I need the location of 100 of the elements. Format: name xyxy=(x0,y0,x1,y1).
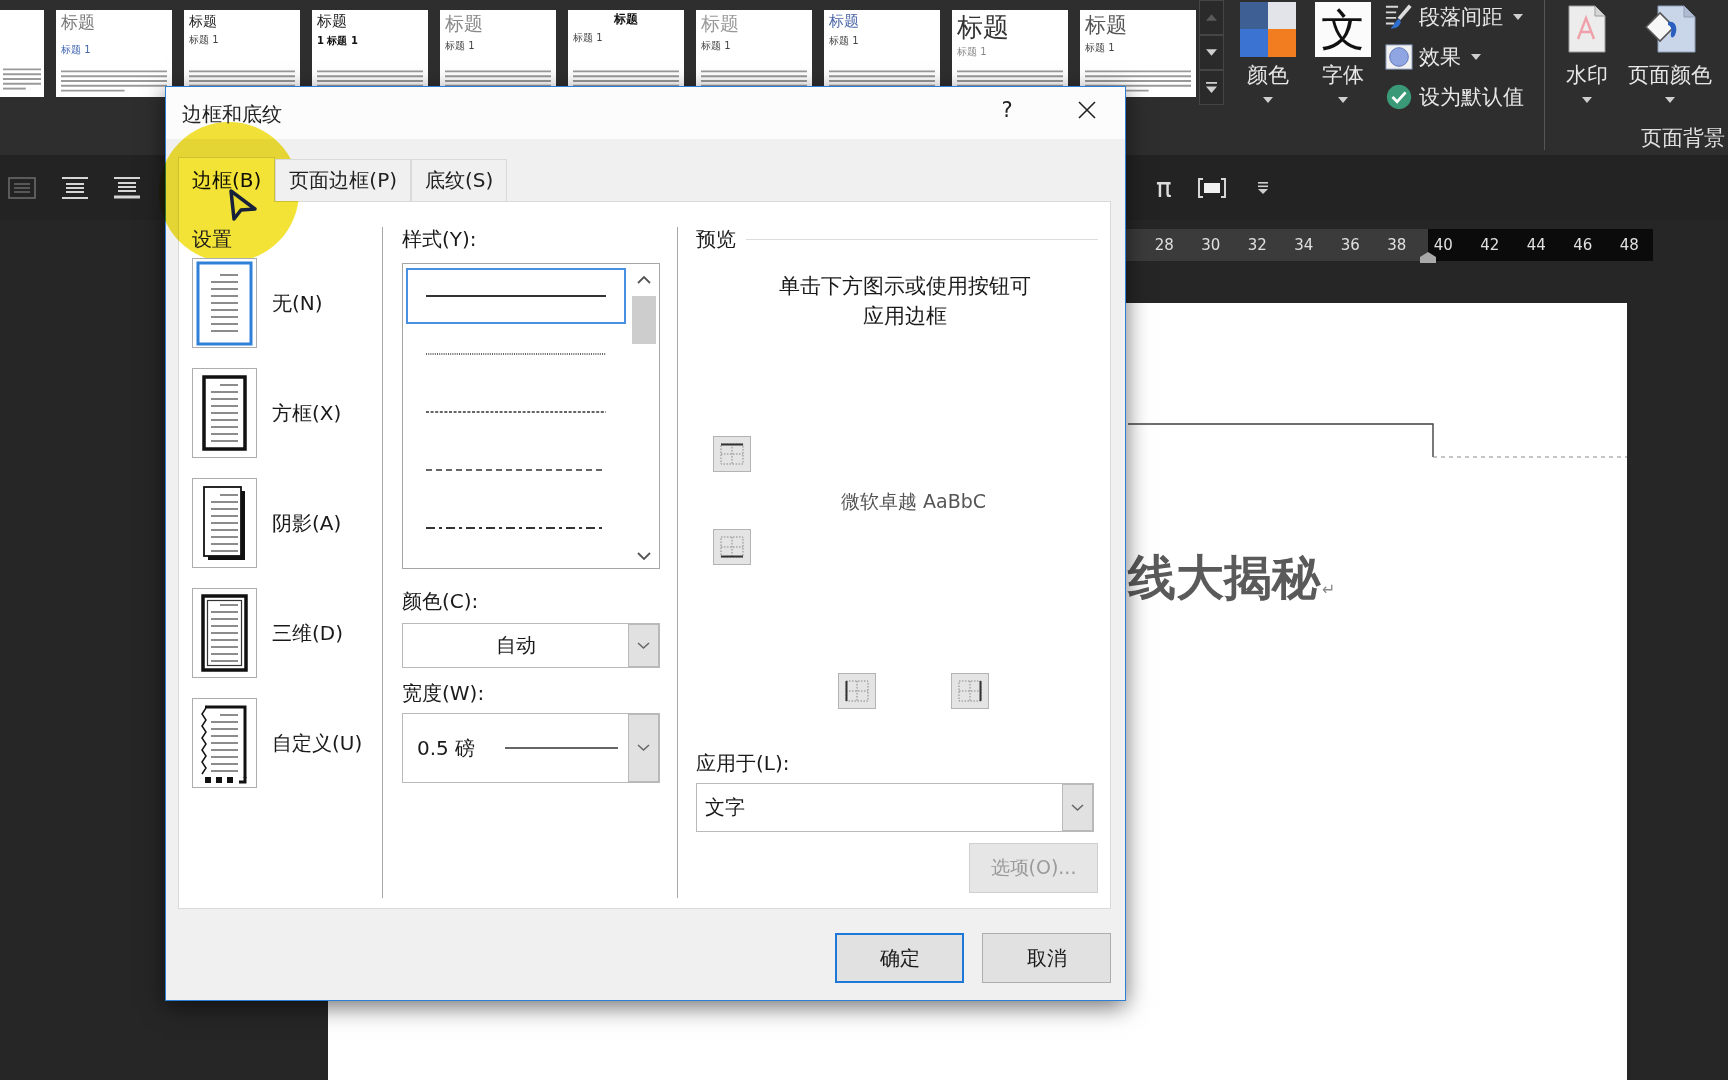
set-default-button[interactable]: 设为默认值 xyxy=(1385,80,1524,114)
dashed-line-icon xyxy=(426,409,606,415)
body-text-drawing xyxy=(3,67,41,91)
setting-label: 设置 xyxy=(192,227,232,251)
left-border-button[interactable] xyxy=(838,673,876,709)
right-border-button[interactable] xyxy=(951,673,989,709)
thumbnail-subheading: 1 标题 1 xyxy=(317,34,358,48)
style-thumbnail[interactable] xyxy=(0,10,44,97)
thumbnail-heading: 标题 xyxy=(445,13,483,35)
left-border-icon xyxy=(845,680,869,702)
caret-down-icon xyxy=(1206,49,1217,56)
paragraph-mark: ↵ xyxy=(1322,579,1336,601)
bottom-border-button[interactable] xyxy=(713,529,751,565)
ruler-number: 34 xyxy=(1294,236,1314,254)
paragraph-spacing-icon xyxy=(1385,3,1413,31)
thumbnail-subheading: 标题 1 xyxy=(445,38,475,52)
setting-option[interactable]: 方框(X) xyxy=(192,368,363,458)
text-lines-icon[interactable] xyxy=(61,175,89,200)
width-label: 宽度(W): xyxy=(402,681,485,705)
check-circle-icon xyxy=(1385,83,1413,111)
dialog-button[interactable]: 取消 xyxy=(982,933,1111,983)
apply-to-dropdown[interactable]: 文字 xyxy=(696,783,1094,832)
ruler-number: 32 xyxy=(1247,236,1267,254)
chevron-down-icon[interactable] xyxy=(637,552,651,560)
ruler-number: 28 xyxy=(1154,236,1174,254)
caret-icon xyxy=(1338,97,1348,103)
theme-fonts-button[interactable]: 文 字体 xyxy=(1314,2,1372,103)
ruler-number: 44 xyxy=(1526,236,1546,254)
shadow-border-page-icon xyxy=(192,478,257,568)
dialog-button[interactable]: 确定 xyxy=(835,933,964,983)
thumbnail-heading: 标题 xyxy=(189,13,217,30)
ruler-number: 38 xyxy=(1387,236,1407,254)
thumbnail-subheading: 标题 1 xyxy=(573,30,603,44)
dotted-line-icon xyxy=(426,351,606,357)
setting-option[interactable]: 自定义(U) xyxy=(192,698,363,788)
right-border-icon xyxy=(958,680,982,702)
caret-icon xyxy=(1665,97,1675,103)
thumbnail-subheading: 标题 1 xyxy=(701,38,731,52)
align-bottom-icon[interactable] xyxy=(113,175,141,200)
theme-colors-button[interactable]: 颜色 xyxy=(1239,2,1297,103)
gallery-down-button[interactable] xyxy=(1199,35,1224,70)
color-swatches-icon xyxy=(1240,2,1296,57)
color-label: 颜色(C): xyxy=(402,589,479,613)
caret-up-icon xyxy=(1206,14,1217,21)
document-heading: 线大揭秘 xyxy=(1128,548,1320,607)
caret-icon xyxy=(1263,97,1273,103)
ruler-number: 42 xyxy=(1480,236,1500,254)
gallery-more-button[interactable] xyxy=(1199,70,1224,105)
chevron-up-icon[interactable] xyxy=(637,276,651,284)
ruler-number: 48 xyxy=(1619,236,1639,254)
thumbnail-subheading: 标题 1 xyxy=(957,44,987,58)
scrollbar-thumb[interactable] xyxy=(632,296,656,344)
caret-icon xyxy=(1471,54,1481,60)
line-style-option[interactable] xyxy=(406,268,626,324)
ruler-number: 40 xyxy=(1433,236,1453,254)
width-dropdown[interactable]: 0.5 磅 xyxy=(402,713,660,783)
style-thumbnail[interactable]: 标题 标题 1 xyxy=(56,10,172,97)
ruler-number: 46 xyxy=(1573,236,1593,254)
indent-marker[interactable] xyxy=(1419,252,1437,264)
thumbnail-subheading: 标题 1 xyxy=(829,34,859,48)
line-sample-icon xyxy=(505,746,619,750)
dialog-title: 边框和底纹 xyxy=(182,101,283,127)
cursor-icon xyxy=(228,188,258,222)
bracket-icon[interactable] xyxy=(1197,177,1226,198)
preview-sample-text: 微软卓越 AaBbC xyxy=(840,489,986,513)
ruler-number: 30 xyxy=(1201,236,1221,254)
thumbnail-subheading: 标题 1 xyxy=(61,42,91,56)
thumbnail-heading: 标题 xyxy=(61,13,95,33)
customize-caret-icon[interactable] xyxy=(1257,181,1268,194)
paragraph-spacing-button[interactable]: 段落间距 xyxy=(1385,0,1523,34)
text-box-icon[interactable] xyxy=(8,175,36,200)
effects-button[interactable]: 效果 xyxy=(1385,40,1481,74)
setting-option[interactable]: 无(N) xyxy=(192,258,363,348)
style-label: 样式(Y): xyxy=(402,227,477,251)
thumbnail-heading: 标题 xyxy=(829,13,859,31)
thumbnail-subheading: 标题 1 xyxy=(1085,41,1115,55)
setting-option[interactable]: 阴影(A) xyxy=(192,478,363,568)
page-color-button[interactable]: 页面颜色 xyxy=(1627,5,1713,126)
color-dropdown[interactable]: 自动 xyxy=(402,623,660,668)
solid-line-icon xyxy=(426,293,606,299)
apply-to-label: 应用于(L): xyxy=(696,751,790,775)
top-border-button[interactable] xyxy=(713,436,751,472)
thumbnail-heading: 标题 xyxy=(317,13,347,31)
thumbnail-heading: 标题 xyxy=(957,13,1009,43)
expand-caret-icon xyxy=(1206,82,1217,93)
top-border-icon xyxy=(720,443,744,465)
paint-bucket-page-icon xyxy=(1644,5,1696,53)
caret-icon xyxy=(1513,14,1523,20)
tab[interactable]: 页面边框(P) xyxy=(275,159,411,201)
setting-option[interactable]: 三维(D) xyxy=(192,588,363,678)
close-icon xyxy=(1078,101,1096,119)
equation-button[interactable]: π xyxy=(1156,172,1172,203)
caret-icon xyxy=(1581,97,1592,103)
double-border-page-icon xyxy=(192,588,257,678)
watermark-button[interactable]: 水印 xyxy=(1563,5,1610,126)
tab[interactable]: 底纹(S) xyxy=(411,159,508,201)
thumbnail-heading: 标题 xyxy=(1085,13,1127,38)
thumbnail-subheading: 标题 1 xyxy=(189,33,219,47)
watermark-page-icon xyxy=(1567,5,1606,53)
style-thumbnail[interactable]: 标题 标题 1 xyxy=(1080,10,1196,97)
